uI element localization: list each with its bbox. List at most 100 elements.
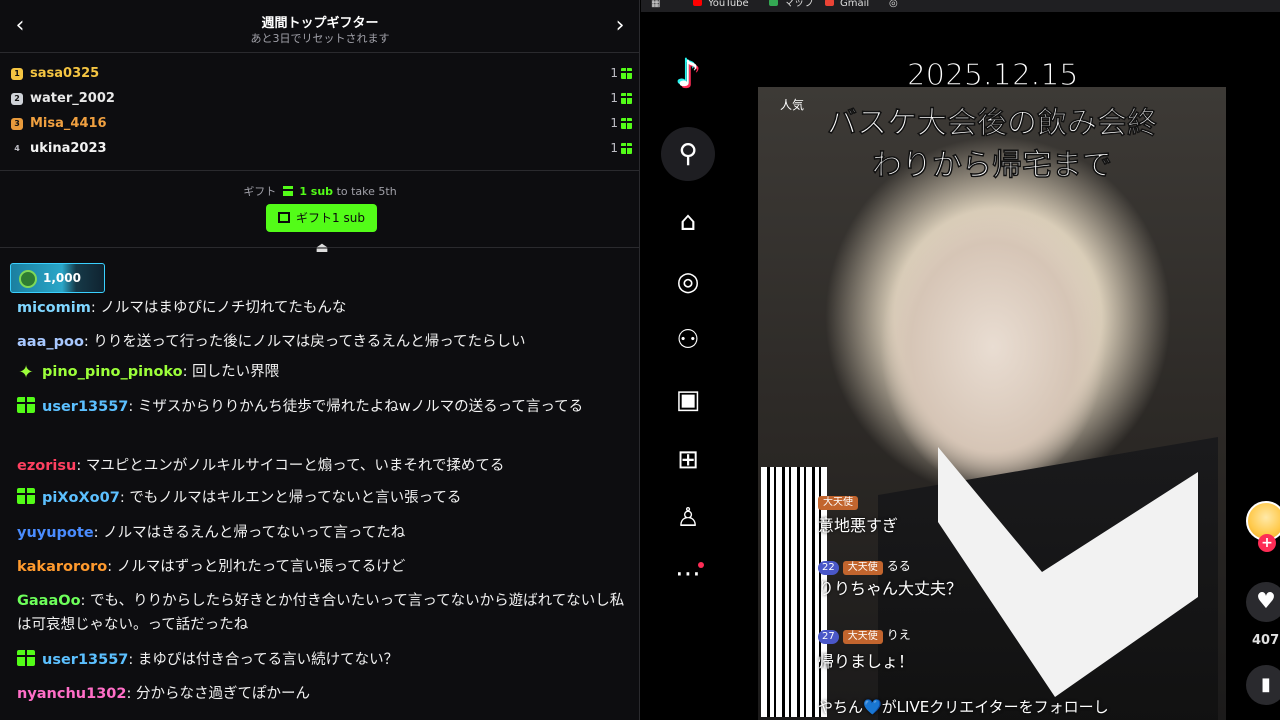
chat-text: でもノルマはキルエンと帰ってないと言い張ってる	[129, 490, 462, 506]
gifter-row[interactable]: 2 water_2002 1	[0, 87, 639, 112]
gift-badge-icon	[17, 397, 35, 413]
chat-separator: :	[83, 334, 94, 350]
search-icon[interactable]: ⚲	[660, 134, 716, 174]
chat-message: kakarororo: ノルマはずっと別れたって言い張ってるけど	[17, 555, 627, 579]
gifter-name[interactable]: Misa_4416	[30, 116, 107, 131]
chat-separator: :	[182, 364, 193, 380]
chat-message: GaaaOo: でも、りりからしたら好きとか付き合いたいって言ってないから遊ばれ…	[17, 589, 627, 637]
bookmark-label: Gmail	[840, 0, 870, 9]
chat-username[interactable]: GaaaOo	[17, 593, 81, 609]
bookmark-label: マップ	[784, 0, 814, 9]
bookmark-maps[interactable]: マップ	[769, 0, 814, 10]
creator-avatar[interactable]: +	[1246, 501, 1280, 552]
gift-icon	[282, 186, 293, 196]
chat-message: micomim: ノルマはまゆぴにノチ切れてたもんな	[17, 296, 627, 320]
coin-icon	[19, 270, 37, 288]
chat-separator: :	[126, 686, 136, 702]
gift-count: 1	[610, 116, 618, 130]
live-comment-meta: 22 大天使 るる	[818, 557, 911, 575]
live-comment-text: 帰りましょ！	[818, 652, 915, 671]
gmail-icon	[825, 0, 834, 6]
collapse-icon[interactable]: ⏏	[314, 240, 330, 256]
chat-message: ✦ pino_pino_pinoko: 回したい界隈	[17, 360, 627, 384]
chat-username[interactable]: nyanchu1302	[17, 686, 126, 702]
gifter-row[interactable]: 3 Misa_4416 1	[0, 112, 639, 137]
coin-value: 1,000	[43, 271, 81, 285]
chat-text: でも、りりからしたら好きとか付き合いたいって言ってないから遊ばれてないし私は可哀…	[17, 593, 625, 633]
chat-separator: :	[119, 490, 130, 506]
gifter-name[interactable]: water_2002	[30, 91, 115, 106]
coin-balance-pill[interactable]: 1,000	[10, 263, 105, 293]
gift-button-label: ギフト1 sub	[296, 211, 365, 225]
upload-icon[interactable]: ⊞	[660, 440, 716, 480]
chat-username[interactable]: user13557	[42, 652, 128, 668]
globe-icon[interactable]: ◎	[889, 0, 898, 10]
gift-icon	[621, 93, 632, 104]
top-gifters-header: ‹ 週間トップギフター あと3日でリセットされます ›	[0, 0, 639, 53]
chat-separator: :	[90, 300, 101, 316]
chat-username[interactable]: micomim	[17, 300, 91, 316]
like-heart-icon[interactable]: ♥	[1246, 582, 1280, 622]
chat-message: ezorisu: マユピとユンがノルキルサイコーと煽って、いまそれで揉めてる	[17, 454, 627, 478]
chat-text: 回したい界隈	[192, 364, 280, 380]
profile-icon[interactable]: ♙	[660, 498, 716, 538]
youtube-icon	[693, 0, 702, 6]
gift-badge-icon	[17, 488, 35, 504]
chat-message: yuyupote: ノルマはきるえんと帰ってないって言ってたね	[17, 521, 627, 545]
video-caption-line1: バスケ大会後の飲み会終	[826, 105, 1158, 142]
chat-username[interactable]: kakarororo	[17, 559, 107, 575]
next-arrow-icon[interactable]: ›	[608, 14, 632, 38]
chat-text: マユピとユンがノルキルサイコーと煽って、いまそれで揉めてる	[85, 458, 505, 474]
chat-text: ノルマはずっと別れたって言い張ってるけど	[116, 559, 406, 575]
chat-separator: :	[128, 399, 138, 415]
live-comment-text: 意地悪すぎ	[818, 516, 899, 535]
gifter-row[interactable]: 4 ukina2023 1	[0, 137, 639, 162]
explore-icon[interactable]: ◎	[660, 262, 716, 302]
gift-cta-bar: ギフト 1 sub to take 5th ギフト1 sub	[0, 170, 639, 248]
chat-text: まゆぴは付き合ってる言い続けてない？	[137, 652, 399, 668]
reset-notice: あと3日でリセットされます	[250, 32, 390, 45]
home-icon[interactable]: ⌂	[660, 202, 716, 242]
gifter-name[interactable]: ukina2023	[30, 141, 107, 156]
bookmark-label: YouTube	[708, 0, 749, 9]
live-comment-meta: 27 大天使 りえ	[818, 626, 911, 644]
chat-message: user13557: ミザスからりりかんち徒歩で帰れたよねwノルマの送るって言っ…	[17, 395, 627, 419]
chat-separator: :	[76, 458, 86, 474]
follow-plus-icon[interactable]: +	[1258, 534, 1276, 552]
gifter-name[interactable]: sasa0325	[30, 66, 99, 81]
chat-message: nyanchu1302: 分からなさ過ぎてぽかーん	[17, 682, 627, 706]
bookmark-youtube[interactable]: YouTube	[693, 0, 749, 10]
apps-grid-icon[interactable]: ▦	[651, 0, 660, 10]
chat-messages: micomim: ノルマはまゆぴにノチ切れてたもんな aaa_poo: りりを送っ…	[0, 256, 639, 720]
chat-username[interactable]: user13557	[42, 399, 128, 415]
rank-badge: 3	[11, 118, 23, 130]
tiktok-logo-icon[interactable]: ♪	[670, 55, 706, 95]
gift-badge-icon	[17, 650, 35, 666]
bookmark-gmail[interactable]: Gmail	[825, 0, 869, 10]
chat-separator: :	[107, 559, 117, 575]
follow-notice: やちん💙がLIVEクリエイターをフォローし	[818, 698, 1109, 716]
chat-username[interactable]: aaa_poo	[17, 334, 84, 350]
following-icon[interactable]: ⚇	[660, 320, 716, 360]
gift-sub-button[interactable]: ギフト1 sub	[266, 204, 377, 232]
gift-hint-highlight: 1 sub	[299, 185, 334, 198]
notification-dot	[698, 562, 704, 568]
gift-count: 1	[610, 66, 618, 80]
maps-icon	[769, 0, 778, 6]
star-badge-icon: ✦	[18, 362, 34, 383]
chat-username[interactable]: ezorisu	[17, 458, 76, 474]
chat-username[interactable]: yuyupote	[17, 525, 94, 541]
gift-count: 1	[610, 141, 618, 155]
more-icon[interactable]: ⋯	[660, 554, 716, 594]
live-icon[interactable]: ▣	[660, 380, 716, 420]
chat-username[interactable]: pino_pino_pinoko	[42, 364, 183, 380]
video-caption-line2: わりから帰宅まで	[871, 147, 1113, 184]
rank-badge: 1	[11, 68, 23, 80]
chat-text: ノルマはきるえんと帰ってないって言ってたね	[103, 525, 406, 541]
chat-username[interactable]: piXoXo07	[42, 490, 120, 506]
rank-badge: 2	[11, 93, 23, 105]
chat-text: ノルマはまゆぴにノチ切れてたもんな	[100, 300, 347, 316]
bookmark-icon[interactable]: ▮	[1246, 665, 1280, 705]
gifter-row[interactable]: 1 sasa0325 1	[0, 62, 639, 87]
commenter-name: りえ	[886, 628, 911, 642]
